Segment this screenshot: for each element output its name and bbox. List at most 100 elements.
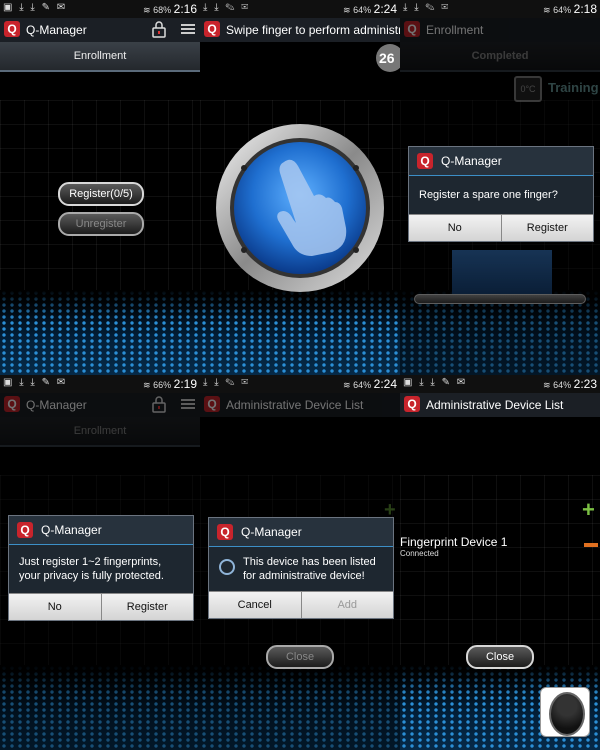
app-title: Administrative Device List <box>226 398 364 412</box>
status-bar: ▣ ⤓ ⤓ ✎ ✉ ≋ 66% 2:19 <box>0 375 200 393</box>
app-title: Administrative Device List <box>426 398 564 412</box>
clock: 2:16 <box>173 2 197 16</box>
watermark-logo <box>540 687 590 737</box>
tab-label: Enrollment <box>73 50 127 62</box>
q-manager-logo-icon: Q <box>217 524 233 540</box>
dialog-title: Q-Manager <box>441 154 502 168</box>
lock-icon[interactable] <box>150 395 168 413</box>
no-button[interactable]: No <box>9 594 102 620</box>
clock: 2:19 <box>173 377 197 391</box>
battery-percent: 66% <box>153 380 172 390</box>
battery-percent: 64% <box>353 5 372 15</box>
dialog-title: Q-Manager <box>41 523 102 537</box>
add-button[interactable]: Add <box>301 592 393 618</box>
q-manager-logo-icon: Q <box>4 396 20 412</box>
q-manager-logo-icon: Q <box>417 153 433 169</box>
dialog-message: Just register 1~2 fingerprints, your pri… <box>19 556 164 582</box>
app-title: Enrollment <box>426 23 484 37</box>
list-menu-icon[interactable] <box>181 22 195 36</box>
screen-device-list-adding: ⤓ ⤓ ✎ ✉ ≋ 64% 2:24 Q Administrative Devi… <box>200 375 400 750</box>
status-bar: ⤓ ⤓ ✎ ✉ ≋ 64% 2:18 <box>400 0 600 18</box>
notification-icons: ▣ ⤓ ⤓ ✎ ✉ <box>3 377 68 388</box>
blue-dot-floor <box>0 290 200 375</box>
q-manager-logo-icon: Q <box>204 21 220 37</box>
remove-device-icon[interactable] <box>584 543 598 547</box>
unregister-button[interactable]: Unregister <box>58 212 144 236</box>
loading-spinner-icon <box>219 559 235 575</box>
dialog-header: Q Q-Manager <box>9 516 193 545</box>
battery-percent: 64% <box>553 380 572 390</box>
q-manager-logo-icon: Q <box>404 21 420 37</box>
clock: 2:18 <box>573 2 597 16</box>
app-bar: Q Swipe finger to perform administr... <box>200 18 400 42</box>
register-button[interactable]: Register <box>101 594 193 620</box>
no-button[interactable]: No <box>409 215 502 241</box>
fingerprint-scanner-button[interactable] <box>214 122 386 294</box>
blue-dot-floor <box>200 290 400 375</box>
tab-enrollment[interactable]: Enrollment <box>0 42 200 72</box>
screen-swipe-finger: ⤓ ⤓ ✎ ✉ ≋ 64% 2:24 Q Swipe finger to per… <box>200 0 400 375</box>
status-bar: ⤓ ⤓ ✎ ✉ ≋ 64% 2:24 <box>200 0 400 18</box>
dialog-buttons: No Register <box>409 214 593 241</box>
app-bar: Q Q-Manager <box>0 18 200 42</box>
close-button[interactable]: Close <box>466 645 534 669</box>
status-bar: ⤓ ⤓ ✎ ✉ ≋ 64% 2:24 <box>200 375 400 393</box>
clock: 2:24 <box>373 377 397 391</box>
dialog-title: Q-Manager <box>241 525 302 539</box>
register-button[interactable]: Register <box>501 215 593 241</box>
app-title: Swipe finger to perform administr... <box>226 23 400 37</box>
battery-percent: 64% <box>353 380 372 390</box>
screen-enrollment-completed: ⤓ ⤓ ✎ ✉ ≋ 64% 2:18 Q Enrollment Complete… <box>400 0 600 375</box>
list-menu-icon[interactable] <box>181 397 195 411</box>
device-listed-dialog: Q Q-Manager This device has been listed … <box>208 517 394 619</box>
wifi-icon: ≋ <box>543 380 551 390</box>
device-status: Connected <box>400 549 439 558</box>
spare-finger-dialog: Q Q-Manager Register a spare one finger?… <box>408 146 594 242</box>
q-manager-logo-icon: Q <box>4 21 20 37</box>
wifi-icon: ≋ <box>143 380 151 390</box>
privacy-dialog: Q Q-Manager Just register 1~2 fingerprin… <box>8 515 194 621</box>
cancel-button[interactable]: Cancel <box>209 592 302 618</box>
status-bar: ▣ ⤓ ⤓ ✎ ✉ ≋ 64% 2:23 <box>400 375 600 393</box>
notification-icons: ⤓ ⤓ ✎ ✉ <box>203 2 251 13</box>
notification-icons: ⤓ ⤓ ✎ ✉ <box>403 2 451 13</box>
notification-icons: ▣ ⤓ ⤓ ✎ ✉ <box>3 2 68 13</box>
app-bar: Q Administrative Device List <box>200 393 400 417</box>
app-title: Q-Manager <box>26 398 87 412</box>
wifi-icon: ≋ <box>543 5 551 15</box>
status-bar: ▣ ⤓ ⤓ ✎ ✉ ≋ 68% 2:16 <box>0 0 200 18</box>
app-title: Q-Manager <box>26 23 87 37</box>
dialog-message: This device has been listed for administ… <box>243 556 376 582</box>
q-manager-logo-icon: Q <box>17 522 33 538</box>
screen-device-list: ▣ ⤓ ⤓ ✎ ✉ ≋ 64% 2:23 Q Administrative De… <box>400 375 600 750</box>
app-bar: Q Q-Manager <box>0 393 200 417</box>
app-bar: Q Administrative Device List <box>400 393 600 417</box>
screen-enrollment: ▣ ⤓ ⤓ ✎ ✉ ≋ 68% 2:16 Q Q-Manager Enrollm… <box>0 0 200 375</box>
clock: 2:23 <box>573 377 597 391</box>
lock-icon[interactable] <box>150 20 168 38</box>
q-manager-logo-icon: Q <box>404 396 420 412</box>
dialog-message: Register a spare one finger? <box>419 189 558 201</box>
wifi-icon: ≋ <box>143 5 151 15</box>
app-bar: Q Enrollment <box>400 18 600 42</box>
dialog-buttons: No Register <box>9 593 193 620</box>
dialog-buttons: Cancel Add <box>209 591 393 618</box>
screen-enrollment-privacy: ▣ ⤓ ⤓ ✎ ✉ ≋ 66% 2:19 Q Q-Manager Enrollm… <box>0 375 200 750</box>
q-manager-logo-icon: Q <box>204 396 220 412</box>
dialog-header: Q Q-Manager <box>409 147 593 176</box>
add-device-icon[interactable]: + <box>582 497 595 523</box>
wifi-icon: ≋ <box>343 380 351 390</box>
countdown-badge: 26 <box>376 44 400 72</box>
device-name: Fingerprint Device 1 <box>400 535 508 549</box>
person-silhouette-icon <box>549 692 585 736</box>
close-button[interactable]: Close <box>266 645 334 669</box>
dialog-header: Q Q-Manager <box>209 518 393 547</box>
device-list-item[interactable]: Fingerprint Device 1 Connected <box>400 535 580 561</box>
notification-icons: ⤓ ⤓ ✎ ✉ <box>203 377 251 388</box>
wifi-icon: ≋ <box>343 5 351 15</box>
battery-percent: 68% <box>153 5 172 15</box>
register-button[interactable]: Register(0/5) <box>58 182 144 206</box>
clock: 2:24 <box>373 2 397 16</box>
notification-icons: ▣ ⤓ ⤓ ✎ ✉ <box>403 377 468 388</box>
battery-percent: 64% <box>553 5 572 15</box>
